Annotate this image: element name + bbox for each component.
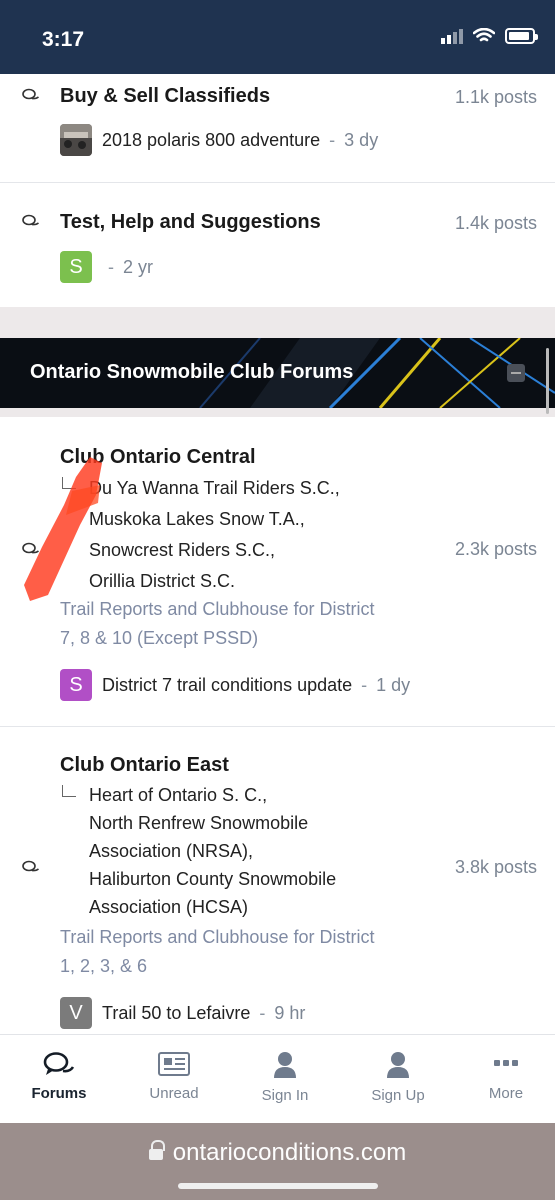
forum-title[interactable]: Test, Help and Suggestions	[60, 211, 321, 234]
user-avatar[interactable]: S	[60, 251, 92, 283]
subforum-link[interactable]: Haliburton County Snowmobile	[89, 865, 336, 893]
status-time: 3:17	[42, 28, 85, 51]
forum-description: Trail Reports and Clubhouse for District…	[60, 927, 375, 976]
chat-bubbles-icon	[43, 1052, 75, 1075]
cellular-signal-icon	[441, 28, 463, 44]
post-count: 3.8k posts	[454, 857, 537, 877]
user-avatar[interactable]: S	[60, 669, 92, 701]
category-title[interactable]: Ontario Snowmobile Club Forums	[30, 361, 353, 384]
tab-more[interactable]: More	[451, 1051, 555, 1102]
chat-bubbles-icon	[22, 88, 39, 100]
scrollbar[interactable]	[546, 348, 549, 414]
latest-post[interactable]: 2018 polaris 800 adventure - 3 dy	[60, 124, 378, 156]
subforum-link[interactable]: Muskoka Lakes Snow T.A.,	[89, 504, 340, 535]
forum-row-buy-sell[interactable]: Buy & Sell Classifieds 1.1k posts 2018 p…	[0, 74, 555, 182]
subforum-branch-icon	[62, 785, 76, 797]
subforum-link[interactable]: North Renfrew Snowmobile	[89, 809, 336, 837]
subforum-link[interactable]: Heart of Ontario S. C.,	[89, 781, 336, 809]
tab-sign-in[interactable]: Sign In	[230, 1051, 340, 1104]
latest-post-title[interactable]: Trail 50 to Lefaivre	[102, 1003, 250, 1024]
latest-post-title[interactable]: 2018 polaris 800 adventure	[102, 130, 320, 151]
latest-post[interactable]: V Trail 50 to Lefaivre - 9 hr	[60, 997, 305, 1029]
forum-row-club-ontario-east[interactable]: Club Ontario East 3.8k posts Heart of On…	[0, 727, 555, 1034]
subforum-branch-icon	[62, 477, 76, 489]
forum-title[interactable]: Club Ontario East	[60, 754, 229, 777]
forum-title[interactable]: Buy & Sell Classifieds	[60, 85, 270, 108]
latest-post-time: 9 hr	[274, 1002, 306, 1023]
collapse-icon[interactable]	[507, 364, 525, 382]
category-banner[interactable]: Ontario Snowmobile Club Forums	[0, 338, 555, 408]
subforum-link[interactable]: Association (HCSA)	[89, 893, 336, 921]
chat-bubbles-icon	[22, 214, 39, 226]
status-icons	[441, 28, 538, 44]
url-display[interactable]: ontarioconditions.com	[0, 1139, 555, 1167]
dots-icon	[494, 1060, 518, 1066]
home-indicator[interactable]	[178, 1183, 378, 1189]
thread-thumbnail	[60, 124, 92, 156]
latest-post-time: 3 dy	[344, 129, 379, 150]
subforum-link[interactable]: Orillia District S.C.	[89, 566, 340, 597]
latest-post[interactable]: S - 2 yr	[60, 251, 153, 283]
battery-icon	[505, 28, 538, 44]
post-count: 2.3k posts	[454, 539, 537, 559]
forum-row-test-help[interactable]: Test, Help and Suggestions 1.4k posts S …	[0, 183, 555, 307]
person-icon	[387, 1052, 409, 1078]
newspaper-icon	[158, 1052, 190, 1076]
browser-address-bar[interactable]: ontarioconditions.com	[0, 1123, 555, 1200]
person-icon	[274, 1052, 296, 1078]
lock-icon	[148, 1140, 165, 1160]
chat-bubbles-icon	[22, 542, 39, 554]
tab-sign-up[interactable]: Sign Up	[343, 1051, 453, 1104]
subforum-list: Du Ya Wanna Trail Riders S.C., Muskoka L…	[60, 473, 340, 597]
user-avatar[interactable]: V	[60, 997, 92, 1029]
subforum-link[interactable]: Association (NRSA),	[89, 837, 336, 865]
latest-post[interactable]: S District 7 trail conditions update - 1…	[60, 669, 410, 701]
wifi-icon	[473, 28, 495, 42]
latest-post-time: 2 yr	[123, 256, 154, 277]
forum-title[interactable]: Club Ontario Central	[60, 446, 256, 469]
tab-forums[interactable]: Forums	[4, 1051, 114, 1102]
tab-unread[interactable]: Unread	[119, 1051, 229, 1102]
subforum-list: Heart of Ontario S. C., North Renfrew Sn…	[60, 781, 336, 921]
forum-row-club-ontario-central[interactable]: Club Ontario Central 2.3k posts Du Ya Wa…	[0, 418, 555, 726]
subforum-link[interactable]: Du Ya Wanna Trail Riders S.C.,	[89, 473, 340, 504]
chat-bubbles-icon	[22, 860, 39, 872]
latest-post-time: 1 dy	[376, 674, 411, 695]
latest-post-title[interactable]: District 7 trail conditions update	[102, 675, 352, 696]
subforum-link[interactable]: Snowcrest Riders S.C.,	[89, 535, 340, 566]
forum-description: Trail Reports and Clubhouse for District…	[60, 599, 375, 648]
bottom-tab-bar: Forums Unread Sign In Sign Up More	[0, 1034, 555, 1123]
url-text[interactable]: ontarioconditions.com	[173, 1139, 406, 1167]
post-count: 1.1k posts	[454, 87, 537, 107]
status-bar: 3:17	[0, 0, 555, 74]
post-count: 1.4k posts	[454, 213, 537, 233]
